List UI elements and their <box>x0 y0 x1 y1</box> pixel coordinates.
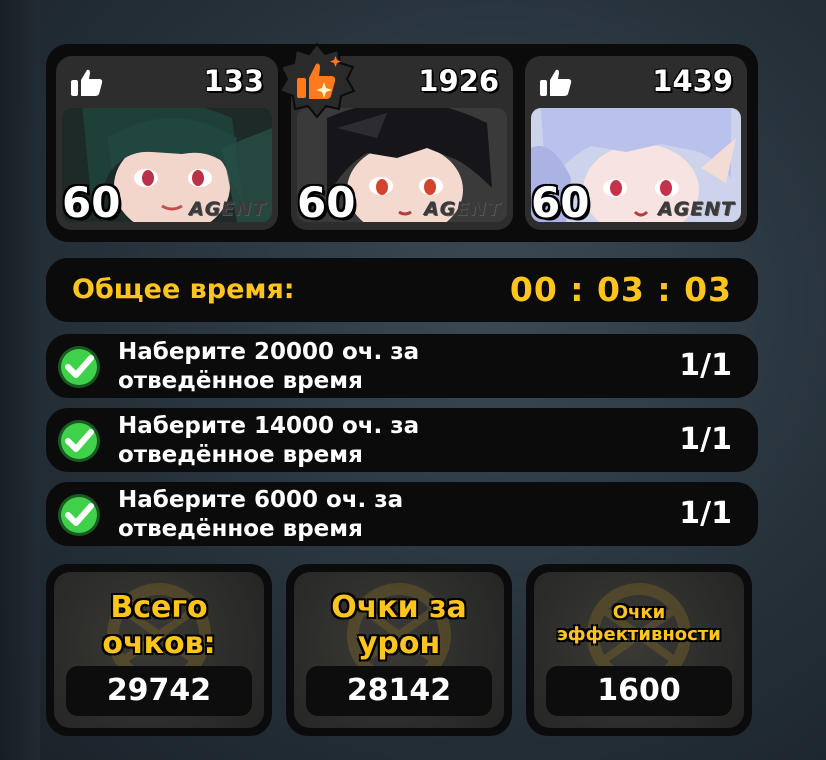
score-value: 28142 <box>306 666 492 716</box>
background-edge <box>0 0 40 760</box>
objective-line-2: отведённое время <box>118 442 363 468</box>
total-time-value: 00 : 03 : 03 <box>509 270 732 309</box>
objective-progress: 1/1 <box>679 496 732 531</box>
agents-panel: 133 60 AGENT 1926 60 AGENT 1439 60 AGENT <box>46 42 758 242</box>
score-title-line-1: Очки за <box>331 590 467 625</box>
score-value: 1600 <box>546 666 732 716</box>
like-count: 1439 <box>652 64 733 98</box>
total-time-label: Общее время: <box>72 274 295 305</box>
objective-line-2: отведённое время <box>118 368 363 394</box>
score-title-line-1: Очки <box>612 602 666 623</box>
agent-card-3[interactable]: 1439 60 AGENT <box>525 56 747 230</box>
objective-line-2: отведённое время <box>118 516 363 542</box>
agent-level: 60 <box>531 178 590 227</box>
like-count: 133 <box>203 64 264 98</box>
objective-text: Наберите 20000 оч. за отведённое время <box>118 338 638 396</box>
objective-row: Наберите 6000 оч. за отведённое время 1/… <box>46 482 758 546</box>
score-card-inner: Всего очков: 29742 <box>54 572 264 728</box>
score-title: Очки эффективности <box>534 602 744 646</box>
agent-level: 60 <box>297 178 356 227</box>
score-title: Всего очков: <box>54 590 264 662</box>
mvp-thumbs-up-badge-icon <box>278 42 356 119</box>
objective-progress: 1/1 <box>679 422 732 457</box>
total-time-bar: Общее время: 00 : 03 : 03 <box>46 258 758 322</box>
check-circle-icon <box>58 494 100 536</box>
total-score-card: Всего очков: 29742 <box>46 564 272 736</box>
objective-text: Наберите 14000 оч. за отведённое время <box>118 412 638 470</box>
score-title-line-2: эффективности <box>557 624 721 645</box>
agent-card-1[interactable]: 133 60 AGENT <box>56 56 278 230</box>
objective-row: Наберите 14000 оч. за отведённое время 1… <box>46 408 758 472</box>
thumbs-up-icon[interactable] <box>539 68 573 98</box>
objective-line-1: Наберите 14000 оч. за <box>118 413 420 439</box>
objective-line-1: Наберите 20000 оч. за <box>118 339 420 365</box>
agent-card-header: 1439 <box>525 56 747 108</box>
score-value: 29742 <box>66 666 252 716</box>
agent-level: 60 <box>62 178 121 227</box>
score-card-inner: Очки эффективности 1600 <box>534 572 744 728</box>
efficiency-score-card: Очки эффективности 1600 <box>526 564 752 736</box>
objective-row: Наберите 20000 оч. за отведённое время 1… <box>46 334 758 398</box>
check-circle-icon <box>58 420 100 462</box>
thumbs-up-icon[interactable] <box>70 68 104 98</box>
check-circle-icon <box>58 346 100 388</box>
score-title-line-2: урон <box>357 626 441 661</box>
objective-line-1: Наберите 6000 оч. за <box>118 487 404 513</box>
agent-tag: AGENT <box>188 198 266 220</box>
objective-progress: 1/1 <box>679 348 732 383</box>
damage-score-card: Очки за урон 28142 <box>286 564 512 736</box>
agent-tag: AGENT <box>423 198 501 220</box>
score-title: Очки за урон <box>294 590 504 662</box>
agent-tag: AGENT <box>657 198 735 220</box>
score-title-line-1: Всего <box>110 590 208 625</box>
score-title-line-2: очков: <box>102 626 216 661</box>
score-card-inner: Очки за урон 28142 <box>294 572 504 728</box>
agent-card-header: 133 <box>56 56 278 108</box>
objective-text: Наберите 6000 оч. за отведённое время <box>118 486 638 544</box>
like-count: 1926 <box>418 64 499 98</box>
